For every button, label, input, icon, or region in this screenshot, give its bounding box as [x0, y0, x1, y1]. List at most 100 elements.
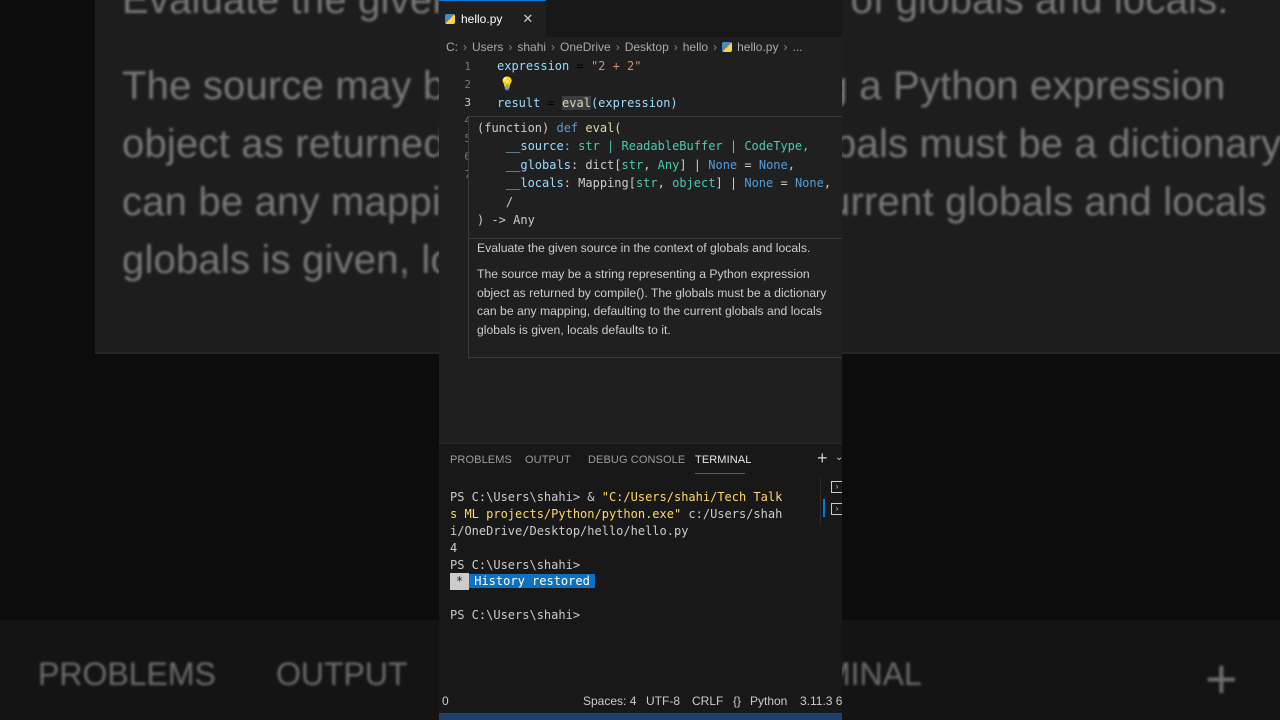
code-line-3[interactable]: result = eval(expression) — [497, 96, 678, 110]
sig-token: = — [737, 157, 759, 172]
terminal-line: i/OneDrive/Desktop/hello/hello.py — [450, 524, 689, 538]
braces-icon[interactable]: {} — [733, 694, 741, 708]
sig-token: , — [643, 157, 658, 172]
python-file-icon — [445, 14, 455, 24]
background-plus-icon: + — [1205, 647, 1238, 710]
status-eol[interactable]: CRLF — [692, 694, 723, 708]
chevron-right-icon: › — [508, 40, 513, 54]
terminal-line: s ML projects/Python/python.exe" c:/User… — [450, 506, 782, 523]
sig-token: None — [744, 176, 774, 191]
chevron-right-icon: › — [673, 40, 678, 54]
terminal-text: s ML projects/Python/python.exe" — [450, 507, 682, 521]
bottom-panel: PROBLEMS OUTPUT DEBUG CONSOLE TERMINAL +… — [439, 443, 842, 692]
sig-token: : dict[ — [570, 157, 622, 172]
editor-tab-bar: hello.py ✕ — [439, 0, 842, 37]
new-terminal-plus-icon[interactable]: + — [817, 448, 828, 469]
sig-token: , — [823, 176, 832, 191]
line-number: 7 — [439, 168, 471, 181]
terminal-icon[interactable]: › — [831, 481, 842, 493]
tab-output[interactable]: OUTPUT — [525, 454, 571, 466]
terminal-icon[interactable]: › — [831, 503, 842, 515]
terminal-text: PS C:\Users\shahi> & — [450, 490, 602, 504]
status-indentation[interactable]: Spaces: 4 — [583, 694, 636, 708]
sig-token: (function) — [477, 121, 557, 135]
chevron-down-icon[interactable]: ⌄ — [835, 452, 842, 463]
tab-debug-console[interactable]: DEBUG CONSOLE — [588, 454, 685, 466]
code-token: (expression) — [590, 96, 678, 110]
status-bar: 0 Spaces: 4 UTF-8 CRLF {} Python 3.11.3 … — [439, 691, 842, 713]
sig-token: = — [773, 176, 795, 191]
tab-problems[interactable]: PROBLEMS — [450, 454, 512, 466]
history-badge: * — [450, 573, 470, 590]
terminal-text: "C:/Users/shahi/Tech Talk — [601, 490, 783, 504]
code-token: = — [569, 59, 591, 73]
breadcrumb-item[interactable]: Users — [472, 40, 503, 54]
code-line-1[interactable]: expression = "2 + 2" — [497, 59, 642, 73]
active-terminal-indicator — [823, 499, 825, 517]
terminal-prompt[interactable]: PS C:\Users\shahi> — [450, 607, 580, 624]
sig-token: ] | — [715, 176, 745, 191]
background-tab-output: OUTPUT — [276, 656, 408, 692]
tab-terminal[interactable]: TERMINAL — [695, 454, 751, 466]
doc-line: The source may be a string representing … — [477, 267, 810, 281]
breadcrumb-item[interactable]: hello — [683, 40, 708, 54]
status-python-version[interactable]: 3.11.3 64 — [800, 694, 842, 708]
status-encoding[interactable]: UTF-8 — [646, 694, 680, 708]
breadcrumb-item[interactable]: ... — [792, 40, 802, 54]
sig-token: __globals — [505, 157, 571, 172]
function-signature: (function) def eval( __source: str | Rea… — [477, 119, 831, 229]
history-text: History restored — [469, 574, 595, 588]
breadcrumb-item[interactable]: shahi — [517, 40, 546, 54]
doc-line: object as returned by compile(). The glo… — [477, 285, 827, 300]
breadcrumb-item[interactable]: OneDrive — [560, 40, 611, 54]
line-number: 4 — [439, 114, 471, 127]
sig-token: str — [621, 157, 644, 172]
doc-line: can be any mapping, defaulting to the cu… — [477, 304, 822, 318]
sig-token: None — [758, 157, 788, 172]
lightbulb-icon[interactable]: 💡 — [499, 76, 515, 92]
history-restored-banner: * History restored — [450, 573, 595, 590]
breadcrumb-item[interactable]: Desktop — [625, 40, 669, 54]
line-number: 5 — [439, 132, 471, 145]
code-token-eval[interactable]: eval — [562, 96, 591, 110]
chevron-right-icon: › — [551, 40, 556, 54]
active-tab-indicator — [695, 473, 745, 474]
doc-line: globals is given, locals defaults to it. — [477, 322, 671, 337]
sig-token: : str | ReadableBuffer | CodeType, — [563, 139, 810, 154]
editor-tab-label: hello.py — [461, 12, 503, 26]
sig-token: ) -> Any — [477, 213, 535, 228]
terminal-line: PS C:\Users\shahi> — [450, 558, 581, 572]
line-number-active: 3 — [464, 96, 471, 109]
editor-tab-hello-py[interactable]: hello.py ✕ — [439, 0, 546, 37]
sig-token: object — [672, 176, 716, 191]
python-file-icon — [722, 42, 733, 52]
sig-token: ] | — [679, 157, 709, 172]
line-number: 1 — [464, 60, 471, 73]
breadcrumb-item[interactable]: C: — [446, 40, 458, 54]
sig-token: def — [556, 121, 579, 135]
code-token: expression — [497, 59, 570, 73]
status-language[interactable]: Python — [750, 694, 787, 708]
sig-token: __source — [505, 139, 564, 154]
line-number: 2 — [464, 78, 471, 91]
sig-token: , — [787, 157, 795, 172]
sig-token: / — [505, 194, 514, 209]
taskbar-strip — [439, 713, 842, 720]
status-problems-count[interactable]: 0 — [442, 694, 449, 708]
sig-token: , — [657, 176, 673, 191]
sig-token: __locals — [505, 176, 564, 191]
sig-token: None — [794, 176, 824, 191]
chevron-right-icon: › — [615, 40, 620, 54]
sig-token: Any — [657, 157, 680, 172]
terminal-line: PS C:\Users\shahi> & "C:/Users/shahi/Tec… — [450, 489, 782, 506]
code-token: = — [540, 96, 563, 110]
breadcrumb-item[interactable]: hello.py — [737, 40, 778, 54]
doc-summary: Evaluate the given source in the context… — [477, 241, 811, 255]
code-token: result — [497, 96, 541, 110]
sig-token: eval( — [578, 121, 622, 135]
sig-token: : Mapping[ — [563, 176, 636, 191]
breadcrumb: C: › Users › shahi › OneDrive › Desktop … — [446, 38, 803, 56]
line-number: 6 — [439, 150, 471, 163]
code-token: "2 + 2" — [590, 59, 642, 73]
close-icon[interactable]: ✕ — [522, 11, 533, 27]
